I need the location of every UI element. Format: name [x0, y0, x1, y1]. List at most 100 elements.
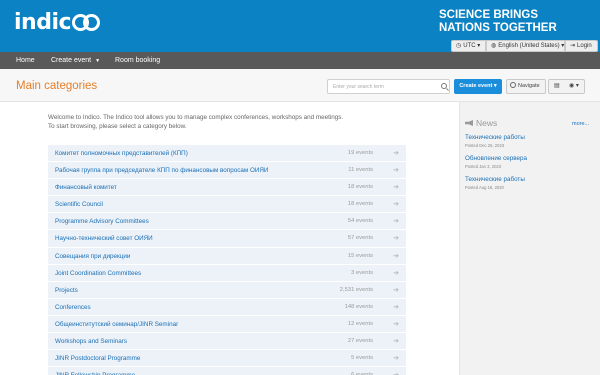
- search-icon[interactable]: [441, 83, 447, 89]
- arrow-right-icon[interactable]: ➔: [393, 145, 399, 162]
- news-title[interactable]: Обновление сервера: [465, 155, 593, 163]
- news-heading-label: News: [476, 118, 498, 128]
- category-name[interactable]: Projects: [55, 282, 78, 299]
- category-row[interactable]: Совещания при дирекции 15 events ➔: [48, 247, 406, 265]
- news-date: Posted Aug 18, 2020: [465, 185, 504, 190]
- login-icon: ⇥: [570, 43, 576, 49]
- nav-home[interactable]: Home: [16, 52, 35, 69]
- clock-icon: ◷: [456, 43, 462, 49]
- category-name[interactable]: Programme Advisory Committees: [55, 213, 149, 230]
- header-slogan: SCIENCE BRINGS NATIONS TOGETHER: [439, 9, 557, 35]
- category-row[interactable]: Joint Coordination Committees 3 events ➔: [48, 264, 406, 282]
- login-button[interactable]: ⇥ Login: [565, 40, 598, 52]
- category-name[interactable]: Финансовый комитет: [55, 179, 117, 196]
- nav-create-event[interactable]: Create event ▼: [51, 52, 100, 69]
- nav-create-event-label: Create event: [51, 57, 92, 64]
- indico-logo[interactable]: indic: [14, 10, 101, 35]
- category-event-count: 57 events: [347, 235, 373, 242]
- category-event-count: 12 events: [347, 320, 373, 327]
- category-row[interactable]: Финансовый комитет 18 events ➔: [48, 179, 406, 197]
- category-row[interactable]: JINR Postdoctoral Programme 5 events ➔: [48, 350, 406, 368]
- language-label: English (United States): [498, 43, 560, 49]
- category-name[interactable]: Совещания при дирекции: [55, 248, 130, 265]
- news-item: Технические работы Posted Dec 25, 2023: [465, 134, 593, 155]
- category-event-count: 11 events: [348, 167, 373, 174]
- search-input[interactable]: [333, 82, 437, 92]
- arrow-right-icon[interactable]: ➔: [393, 213, 399, 230]
- category-event-count: 18 events: [347, 184, 373, 191]
- news-date: Posted Jan 3, 2023: [465, 164, 502, 169]
- list-view-icon[interactable]: ▤: [554, 80, 560, 93]
- category-row[interactable]: Рабочая группа при председателе КПП по ф…: [48, 162, 406, 180]
- news-date: Posted Dec 25, 2023: [465, 143, 505, 148]
- slogan-line-2: NATIONS TOGETHER: [439, 22, 557, 34]
- category-event-count: 148 events: [344, 303, 373, 310]
- category-row[interactable]: Научно-технический совет ОИЯИ 57 events ➔: [48, 230, 406, 248]
- category-row[interactable]: Workshops and Seminars 27 events ➔: [48, 333, 406, 351]
- main-navbar: Home Create event ▼ Room booking: [0, 52, 600, 69]
- category-row[interactable]: Комитет полномочных представителей (КПП)…: [48, 145, 406, 163]
- news-item: Обновление сервера Posted Jan 3, 2023: [465, 155, 593, 176]
- category-name[interactable]: Научно-технический совет ОИЯИ: [55, 230, 153, 247]
- compass-icon: [510, 82, 516, 88]
- category-name[interactable]: JINR Postdoctoral Programme: [55, 350, 140, 367]
- category-name[interactable]: Рабочая группа при председателе КПП по ф…: [55, 162, 268, 179]
- arrow-right-icon[interactable]: ➔: [393, 265, 399, 282]
- category-event-count: 2,531 events: [339, 286, 373, 293]
- category-event-count: 18 events: [347, 201, 373, 208]
- arrow-right-icon[interactable]: ➔: [393, 162, 399, 179]
- category-event-count: 19 events: [347, 150, 373, 156]
- category-row[interactable]: Общеинститутский семинар/JINR Seminar 12 …: [48, 315, 406, 334]
- category-row[interactable]: Programme Advisory Committees 54 events ➔: [48, 213, 406, 231]
- category-name[interactable]: Joint Coordination Committees: [55, 265, 141, 282]
- arrow-right-icon[interactable]: ➔: [393, 230, 399, 247]
- category-name[interactable]: Общеинститутский семинар/JINR Seminar: [55, 316, 178, 333]
- category-name[interactable]: Conferences: [55, 299, 91, 316]
- navigate-button[interactable]: Navigate: [506, 79, 546, 94]
- news-list: Технические работы Posted Dec 25, 2023 Обн…: [465, 134, 593, 197]
- category-event-count: 6 events: [351, 367, 373, 375]
- site-header: indic SCIENCE BRINGS NATIONS TOGETHER ◷ U…: [0, 0, 600, 52]
- language-button[interactable]: ◍ English (United States) ▾: [486, 40, 565, 52]
- category-name[interactable]: JINR Fellowship Programme: [55, 367, 135, 375]
- category-row[interactable]: JINR Fellowship Programme 6 events ➔: [48, 367, 406, 375]
- arrow-right-icon[interactable]: ➔: [393, 316, 399, 333]
- news-title[interactable]: Технические работы: [465, 134, 593, 142]
- category-name[interactable]: Workshops and Seminars: [55, 333, 127, 350]
- category-event-count: 15 events: [347, 252, 373, 259]
- category-name[interactable]: Scientific Council: [55, 196, 103, 213]
- create-event-label: Create event: [459, 83, 493, 89]
- category-list: Комитет полномочных представителей (КПП)…: [48, 145, 406, 375]
- nav-room-booking[interactable]: Room booking: [115, 52, 160, 69]
- arrow-right-icon[interactable]: ➔: [393, 299, 399, 316]
- news-heading: News: [465, 118, 497, 128]
- search-field[interactable]: [327, 79, 450, 94]
- category-row[interactable]: Projects 2,531 events ➔: [48, 281, 406, 299]
- arrow-right-icon[interactable]: ➔: [393, 196, 399, 213]
- globe-icon: ◍: [491, 43, 497, 49]
- arrow-right-icon[interactable]: ➔: [393, 282, 399, 299]
- timezone-button[interactable]: ◷ UTC ▾: [451, 40, 486, 52]
- category-row[interactable]: Scientific Council 18 events ➔: [48, 196, 406, 214]
- slogan-line-1: SCIENCE BRINGS: [439, 9, 539, 21]
- megaphone-icon: [465, 120, 473, 126]
- arrow-right-icon[interactable]: ➔: [393, 179, 399, 196]
- category-name[interactable]: Комитет полномочных представителей (КПП): [55, 145, 188, 162]
- create-event-button[interactable]: Create event ▾: [454, 79, 502, 94]
- arrow-right-icon[interactable]: ➔: [393, 350, 399, 367]
- news-title[interactable]: Технические работы: [465, 176, 593, 184]
- eye-icon[interactable]: ◉ ▾: [569, 80, 579, 93]
- category-event-count: 54 events: [347, 218, 373, 225]
- news-more-link[interactable]: more...: [572, 121, 589, 127]
- arrow-right-icon[interactable]: ➔: [393, 333, 399, 350]
- view-options-button[interactable]: ▤ ◉ ▾: [548, 79, 585, 94]
- category-event-count: 27 events: [347, 338, 373, 345]
- welcome-text: Welcome to Indico. The Indico tool allow…: [48, 114, 408, 131]
- news-item: Технические работы Posted Aug 18, 2020: [465, 176, 593, 197]
- arrow-right-icon[interactable]: ➔: [393, 367, 399, 375]
- navigate-label: Navigate: [518, 83, 540, 89]
- category-row[interactable]: Conferences 148 events ➔: [48, 298, 406, 316]
- welcome-line-2: To start browsing, please select a categ…: [48, 122, 187, 130]
- category-event-count: 3 events: [351, 269, 373, 276]
- arrow-right-icon[interactable]: ➔: [393, 248, 399, 265]
